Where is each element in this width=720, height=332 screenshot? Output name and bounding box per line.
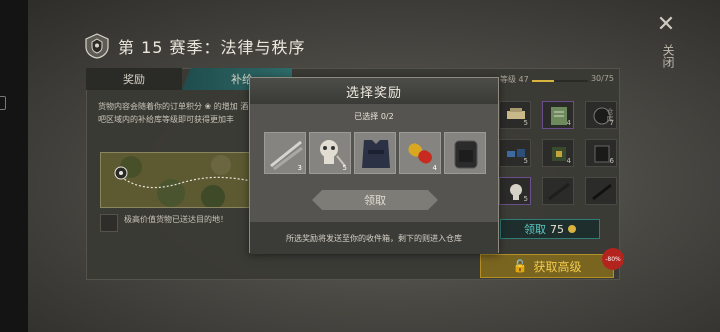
- item-count: 6: [609, 157, 614, 165]
- reward-option[interactable]: [354, 132, 396, 174]
- cargo-status-text: 极高价值货物已送达目的地！: [124, 215, 228, 224]
- reward-option[interactable]: 5: [309, 132, 351, 174]
- level-progress: 等级 47 30/75: [498, 74, 618, 88]
- dialog-body: 已选择 0/2 3 5 4 领取: [250, 104, 498, 222]
- shield-badge-icon: [85, 33, 109, 59]
- item-count: 5: [523, 157, 528, 165]
- supply-claim-value: 75: [550, 222, 564, 236]
- season-title: 第 15 赛季：法律与秩序: [118, 38, 306, 57]
- unlock-icon: 🔓: [512, 259, 528, 273]
- selected-count: 已选择 0/2: [354, 112, 394, 121]
- level-progress-text: 30/75: [590, 74, 614, 83]
- item-count: 4: [566, 119, 571, 127]
- map-terrain-image: [101, 153, 249, 207]
- supply-claim-label: 领取: [524, 223, 546, 236]
- reward-option[interactable]: 4: [399, 132, 441, 174]
- backpack-icon: [454, 140, 478, 169]
- close-button[interactable]: ✕: [652, 10, 680, 38]
- edge-notch: [0, 96, 6, 110]
- armor-vest-icon: [362, 140, 390, 168]
- level-progress-fill: [532, 80, 555, 82]
- dialog-title: 选择奖励: [250, 78, 498, 104]
- screen-edge: [0, 0, 28, 332]
- coin-icon: [568, 225, 576, 233]
- select-reward-dialog: 选择奖励 已选择 0/2 3 5 4 领取 所选奖励将发送至你的收件箱，剩下的则进入…: [249, 77, 499, 254]
- shotgun-icon: [592, 183, 612, 201]
- supply-grid-cell[interactable]: 6: [585, 139, 617, 167]
- supply-grid: 5475465: [499, 101, 617, 215]
- discount-badge: -80%: [602, 248, 624, 270]
- reward-count: 3: [297, 164, 302, 172]
- item-count: 5: [523, 119, 528, 127]
- supply-grid-cell[interactable]: [542, 177, 574, 205]
- close-label: 关闭: [661, 44, 675, 68]
- cargo-status: 极高价值货物已送达目的地！: [100, 214, 250, 244]
- cargo-box-icon: [100, 214, 118, 232]
- season-header: 第 15 赛季：法律与秩序: [84, 32, 306, 60]
- supply-grid-cell[interactable]: 5: [499, 177, 531, 205]
- level-label: 等级 47: [500, 75, 529, 84]
- rifle-icon: [548, 182, 570, 201]
- supply-grid-cell[interactable]: 4: [542, 101, 574, 129]
- route-map: [100, 152, 250, 208]
- warehouse-side-label: 仓库: [606, 108, 614, 122]
- dialog-footer-note: 所选奖励将发送至你的收件箱，剩下的则进入仓库: [250, 222, 498, 254]
- get-premium-label: 获取高级: [533, 259, 582, 274]
- supply-description: 货物内容会随着你的订单积分 ❀ 的增加 酒吧区域内的补给库等级即可获得更加丰: [98, 102, 249, 124]
- supply-grid-cell[interactable]: 5: [499, 139, 531, 167]
- reward-option[interactable]: 3: [264, 132, 306, 174]
- supply-grid-cell[interactable]: 5: [499, 101, 531, 129]
- item-count: 4: [566, 157, 571, 165]
- tab-reward[interactable]: 奖励: [86, 68, 182, 90]
- get-premium-button[interactable]: 🔓 获取高级: [480, 254, 614, 278]
- reward-options: 3 5 4: [264, 132, 486, 176]
- level-progress-bar: [532, 80, 588, 82]
- supply-grid-cell[interactable]: 4: [542, 139, 574, 167]
- reward-count: 4: [432, 164, 437, 172]
- reward-count: 5: [342, 164, 347, 172]
- close-icon: ✕: [656, 11, 676, 37]
- claim-button[interactable]: 领取: [312, 190, 438, 210]
- reward-option[interactable]: [444, 132, 486, 174]
- item-count: 5: [523, 195, 528, 203]
- supply-grid-cell[interactable]: [585, 177, 617, 205]
- supply-claim-button[interactable]: 领取 75: [500, 219, 600, 239]
